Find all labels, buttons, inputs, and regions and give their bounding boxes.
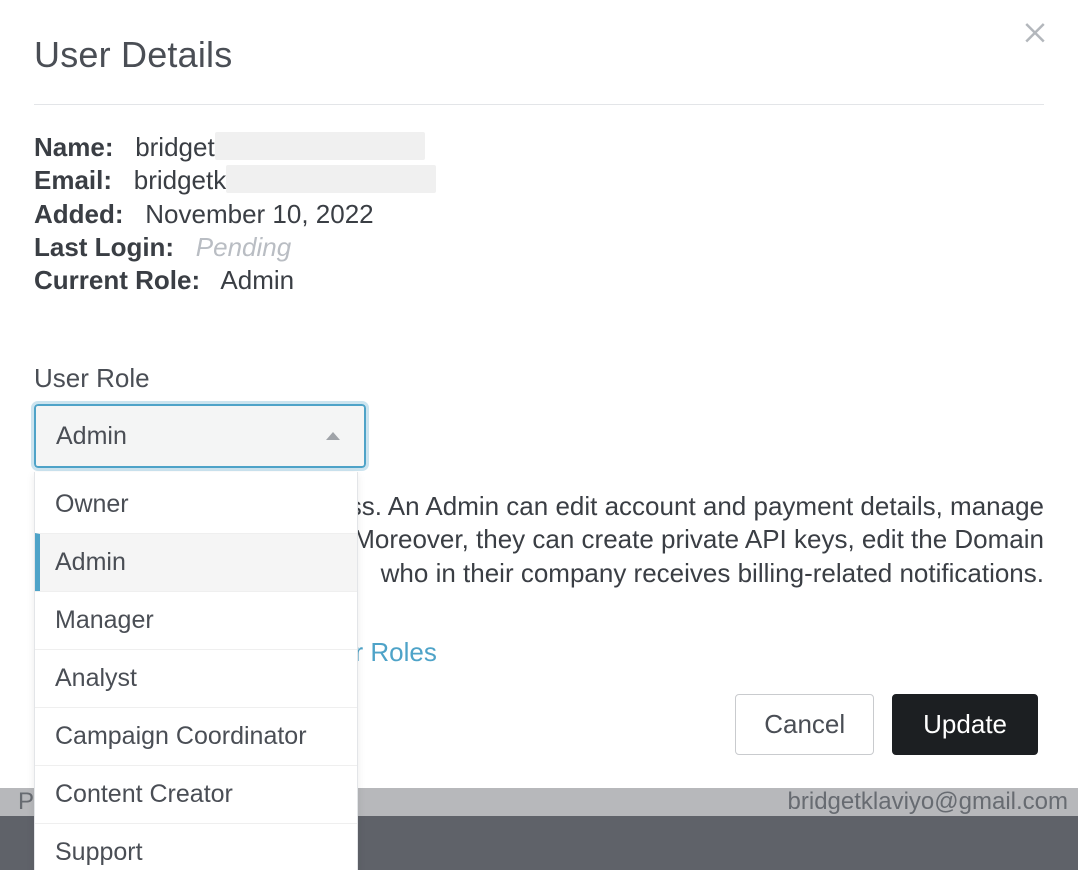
- role-option-content-creator[interactable]: Content Creator: [35, 765, 357, 823]
- user-role-section-label: User Role: [34, 363, 1044, 394]
- added-value: November 10, 2022: [145, 199, 373, 229]
- chevron-up-icon: [326, 432, 340, 440]
- email-label: Email:: [34, 165, 112, 195]
- current-role-label: Current Role:: [34, 265, 200, 295]
- name-value: bridget: [135, 132, 215, 162]
- cancel-button[interactable]: Cancel: [735, 694, 874, 755]
- role-option-manager[interactable]: Manager: [35, 591, 357, 649]
- dialog-footer-buttons: Cancel Update: [735, 694, 1038, 755]
- role-option-support[interactable]: Support: [35, 823, 357, 870]
- close-icon: [1020, 16, 1050, 46]
- name-label: Name:: [34, 132, 113, 162]
- divider: [34, 104, 1044, 105]
- user-details-modal: User Details Name: bridget Email: bridge…: [0, 0, 1078, 468]
- last-login-label: Last Login:: [34, 232, 174, 262]
- current-role-value: Admin: [220, 265, 294, 295]
- user-info-block: Name: bridget Email: bridgetk Added: Nov…: [34, 131, 1044, 297]
- update-button[interactable]: Update: [892, 694, 1038, 755]
- email-value: bridgetk: [134, 165, 227, 195]
- user-role-selected-value: Admin: [56, 422, 127, 451]
- close-button[interactable]: [1020, 16, 1050, 46]
- role-option-campaign-coordinator[interactable]: Campaign Coordinator: [35, 707, 357, 765]
- redacted-block: [226, 165, 436, 193]
- last-login-value: Pending: [196, 232, 291, 262]
- dialog-title: User Details: [34, 34, 232, 76]
- underlying-right-fragment: bridgetklaviyo@gmail.com: [788, 788, 1068, 816]
- redacted-block: [215, 132, 425, 160]
- role-option-owner[interactable]: Owner: [35, 472, 357, 533]
- user-role-dropdown: Owner Admin Manager Analyst Campaign Coo…: [34, 472, 358, 870]
- added-label: Added:: [34, 199, 124, 229]
- role-option-admin[interactable]: Admin: [35, 533, 357, 591]
- role-option-analyst[interactable]: Analyst: [35, 649, 357, 707]
- user-role-select[interactable]: Admin: [34, 404, 366, 468]
